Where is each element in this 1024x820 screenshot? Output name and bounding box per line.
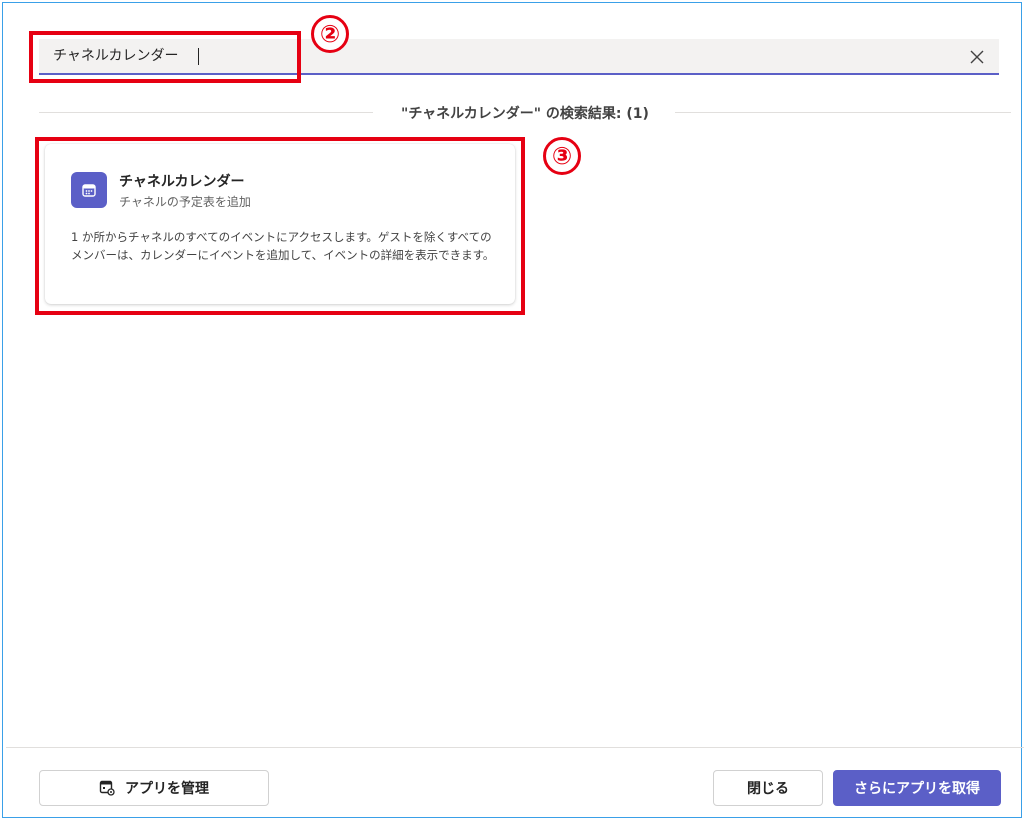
close-button-label: 閉じる: [747, 781, 789, 797]
results-header: "チャネルカレンダー" の検索結果: (1): [39, 101, 1011, 125]
get-more-apps-label: さらにアプリを取得: [854, 781, 980, 797]
divider: [675, 112, 1011, 113]
results-title: "チャネルカレンダー" の検索結果: (1): [401, 106, 649, 122]
clear-search-button[interactable]: [965, 45, 989, 69]
manage-apps-button[interactable]: アプリを管理: [39, 770, 269, 806]
divider: [39, 112, 373, 113]
close-icon: [970, 50, 984, 64]
manage-apps-label: アプリを管理: [125, 781, 209, 797]
annotation-box-step3: [35, 137, 525, 315]
get-more-apps-button[interactable]: さらにアプリを取得: [833, 770, 1001, 806]
manage-apps-icon: [99, 780, 115, 796]
annotation-number-step3: ③: [543, 137, 581, 175]
annotation-number-step2: ②: [311, 15, 349, 53]
dialog-frame: "チャネルカレンダー" の検索結果: (1) チャネルカレンダー チャネルの予定…: [2, 2, 1024, 818]
close-button[interactable]: 閉じる: [713, 770, 823, 806]
footer-divider: [6, 747, 1024, 748]
annotation-box-step2: [29, 31, 301, 83]
